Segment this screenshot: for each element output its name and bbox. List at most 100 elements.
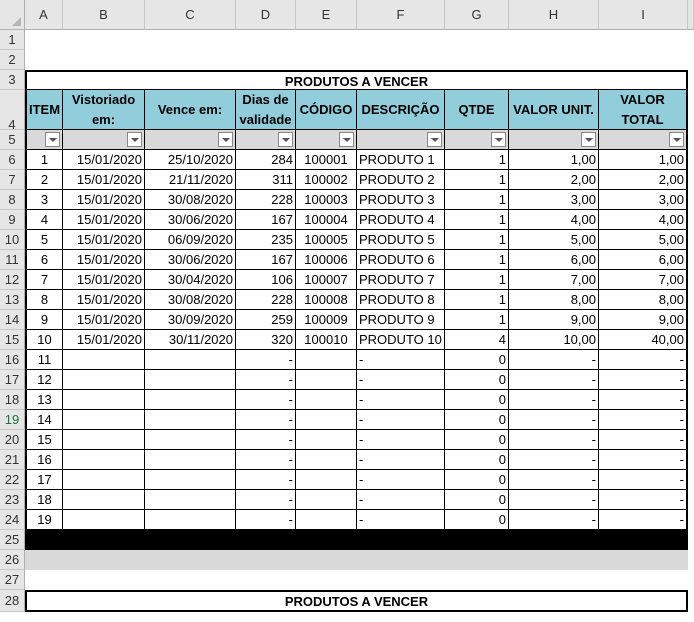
table-cell[interactable]: 30/06/2020: [145, 250, 236, 270]
row-header-26[interactable]: 26: [0, 550, 25, 570]
table-cell[interactable]: 100002: [296, 170, 357, 190]
table-cell[interactable]: -: [357, 350, 445, 370]
table-cell[interactable]: 6,00: [509, 250, 599, 270]
table-cell[interactable]: 311: [236, 170, 296, 190]
row-header-12[interactable]: 12: [0, 270, 25, 290]
row-header-20[interactable]: 20: [0, 430, 25, 450]
table-cell[interactable]: -: [509, 450, 599, 470]
row-header-11[interactable]: 11: [0, 250, 25, 270]
table-cell[interactable]: -: [236, 410, 296, 430]
table-cell[interactable]: PRODUTO 4: [357, 210, 445, 230]
table-cell[interactable]: 100004: [296, 210, 357, 230]
table-cell[interactable]: 100001: [296, 150, 357, 170]
table-cell[interactable]: 7,00: [509, 270, 599, 290]
filter-dropdown-button[interactable]: [45, 132, 60, 147]
table-cell[interactable]: 15: [25, 430, 63, 450]
row-header-25[interactable]: 25: [0, 530, 25, 550]
table-cell[interactable]: 9,00: [599, 310, 688, 330]
table-cell[interactable]: -: [236, 390, 296, 410]
table-cell[interactable]: [296, 370, 357, 390]
table-cell[interactable]: 1: [445, 170, 509, 190]
table-cell[interactable]: 1: [445, 150, 509, 170]
table-cell[interactable]: -: [509, 510, 599, 530]
table-cell[interactable]: 0: [445, 390, 509, 410]
table-cell[interactable]: 100009: [296, 310, 357, 330]
row-header-6[interactable]: 6: [0, 150, 25, 170]
table-cell[interactable]: -: [236, 450, 296, 470]
table-cell[interactable]: 1: [445, 250, 509, 270]
table-cell[interactable]: -: [357, 410, 445, 430]
column-header-a[interactable]: A: [25, 0, 63, 30]
table-cell[interactable]: 13: [25, 390, 63, 410]
table-cell[interactable]: 320: [236, 330, 296, 350]
table-cell[interactable]: -: [509, 490, 599, 510]
table-cell[interactable]: 9,00: [509, 310, 599, 330]
column-header-h[interactable]: H: [509, 0, 599, 30]
column-header-b[interactable]: B: [63, 0, 145, 30]
row-header-2[interactable]: 2: [0, 50, 25, 70]
filter-dropdown-button[interactable]: [669, 132, 684, 147]
table-cell[interactable]: -: [509, 370, 599, 390]
table-cell[interactable]: 4: [445, 330, 509, 350]
table-cell[interactable]: 0: [445, 470, 509, 490]
table-cell[interactable]: 1,00: [599, 150, 688, 170]
table-cell[interactable]: 228: [236, 290, 296, 310]
table-cell[interactable]: 30/08/2020: [145, 290, 236, 310]
table-cell[interactable]: 2,00: [509, 170, 599, 190]
filter-dropdown-button[interactable]: [278, 132, 293, 147]
table-cell[interactable]: 100003: [296, 190, 357, 210]
table-cell[interactable]: 3,00: [509, 190, 599, 210]
table-cell[interactable]: 5,00: [599, 230, 688, 250]
table-cell[interactable]: 15/01/2020: [63, 210, 145, 230]
table-cell[interactable]: 17: [25, 470, 63, 490]
table-cell[interactable]: 1: [445, 270, 509, 290]
table-cell[interactable]: [63, 490, 145, 510]
column-header-d[interactable]: D: [236, 0, 296, 30]
filter-dropdown-button[interactable]: [127, 132, 142, 147]
table-cell[interactable]: 0: [445, 410, 509, 430]
column-header-e[interactable]: E: [296, 0, 357, 30]
table-cell[interactable]: [63, 450, 145, 470]
table-cell[interactable]: [145, 510, 236, 530]
table-cell[interactable]: PRODUTO 7: [357, 270, 445, 290]
table-cell[interactable]: 1: [445, 290, 509, 310]
table-cell[interactable]: [296, 390, 357, 410]
table-cell[interactable]: 235: [236, 230, 296, 250]
row-header-7[interactable]: 7: [0, 170, 25, 190]
table-cell[interactable]: 21/11/2020: [145, 170, 236, 190]
row-header-5[interactable]: 5: [0, 130, 25, 150]
table-cell[interactable]: [296, 510, 357, 530]
table-cell[interactable]: 15/01/2020: [63, 190, 145, 210]
table-cell[interactable]: 8,00: [509, 290, 599, 310]
table-cell[interactable]: PRODUTO 3: [357, 190, 445, 210]
table-cell[interactable]: 15/01/2020: [63, 310, 145, 330]
row-header-27[interactable]: 27: [0, 570, 25, 590]
row-header-17[interactable]: 17: [0, 370, 25, 390]
table-cell[interactable]: 30/11/2020: [145, 330, 236, 350]
column-header-g[interactable]: G: [445, 0, 509, 30]
table-cell[interactable]: 167: [236, 250, 296, 270]
row-header-24[interactable]: 24: [0, 510, 25, 530]
row-header-9[interactable]: 9: [0, 210, 25, 230]
row-header-15[interactable]: 15: [0, 330, 25, 350]
table-cell[interactable]: -: [357, 490, 445, 510]
table-cell[interactable]: 8: [25, 290, 63, 310]
table-cell[interactable]: 25/10/2020: [145, 150, 236, 170]
table-cell[interactable]: -: [509, 470, 599, 490]
table-cell[interactable]: PRODUTO 5: [357, 230, 445, 250]
row-header-13[interactable]: 13: [0, 290, 25, 310]
table-cell[interactable]: -: [599, 390, 688, 410]
row-header-3[interactable]: 3: [0, 70, 25, 90]
table-cell[interactable]: [63, 390, 145, 410]
table-cell[interactable]: 30/09/2020: [145, 310, 236, 330]
table-cell[interactable]: -: [236, 490, 296, 510]
table-cell[interactable]: 7,00: [599, 270, 688, 290]
filter-dropdown-button[interactable]: [218, 132, 233, 147]
table-cell[interactable]: 2: [25, 170, 63, 190]
table-cell[interactable]: 4,00: [509, 210, 599, 230]
table-cell[interactable]: [145, 390, 236, 410]
table-cell[interactable]: -: [509, 430, 599, 450]
table-cell[interactable]: 0: [445, 350, 509, 370]
table-cell[interactable]: 284: [236, 150, 296, 170]
table-cell[interactable]: -: [357, 430, 445, 450]
